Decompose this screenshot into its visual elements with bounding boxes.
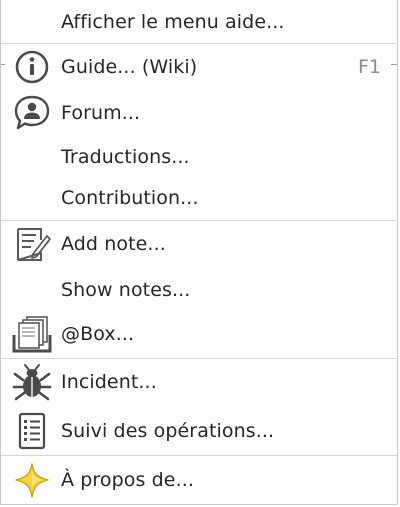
menu-separator <box>1 358 397 359</box>
menu-item-label: Add note... <box>61 233 166 255</box>
menu-item-add-note[interactable]: Add note... <box>1 222 397 266</box>
menu-item-label: Incident... <box>61 371 157 393</box>
menu-item-box[interactable]: @Box... <box>1 312 397 356</box>
info-icon <box>15 50 49 84</box>
menu-item-show-notes[interactable]: Show notes... <box>1 268 397 312</box>
menu-item-about[interactable]: À propos de... <box>1 458 397 502</box>
menu-item-operations-log[interactable]: Suivi des opérations... <box>1 409 397 453</box>
menu-item-incident[interactable]: Incident... <box>1 360 397 404</box>
bug-icon <box>12 364 52 401</box>
note-edit-icon <box>17 228 51 261</box>
list-icon <box>18 412 46 450</box>
menu-item-label: Forum... <box>61 102 141 124</box>
menu-separator <box>1 220 397 221</box>
menu-item-forum[interactable]: Forum... <box>1 91 397 135</box>
shortcut-label: F1 <box>357 56 381 78</box>
menu-separator <box>1 43 397 44</box>
menu-item-show-help-menu[interactable]: Afficher le menu aide... <box>1 0 397 44</box>
menu-item-label: Contribution... <box>61 187 199 209</box>
menu-item-label: Show notes... <box>61 279 191 301</box>
menu-item-translations[interactable]: Traductions... <box>1 135 397 179</box>
menu-item-label: @Box... <box>61 323 135 345</box>
documents-box-icon <box>12 316 52 353</box>
menu-item-contribution[interactable]: Contribution... <box>1 176 397 220</box>
forum-chat-icon <box>14 95 50 130</box>
menu-item-label: À propos de... <box>61 469 195 491</box>
menu-item-label: Traductions... <box>61 146 190 168</box>
menu-item-guide-wiki[interactable]: Guide... (Wiki) F1 <box>1 45 397 89</box>
menu-item-label: Suivi des opérations... <box>61 420 275 442</box>
menu-item-label: Afficher le menu aide... <box>61 11 285 33</box>
help-menu: Afficher le menu aide... Guide... (Wiki)… <box>0 0 398 505</box>
menu-item-label: Guide... (Wiki) <box>61 56 198 78</box>
star-icon <box>15 463 49 498</box>
menu-separator <box>1 455 397 456</box>
